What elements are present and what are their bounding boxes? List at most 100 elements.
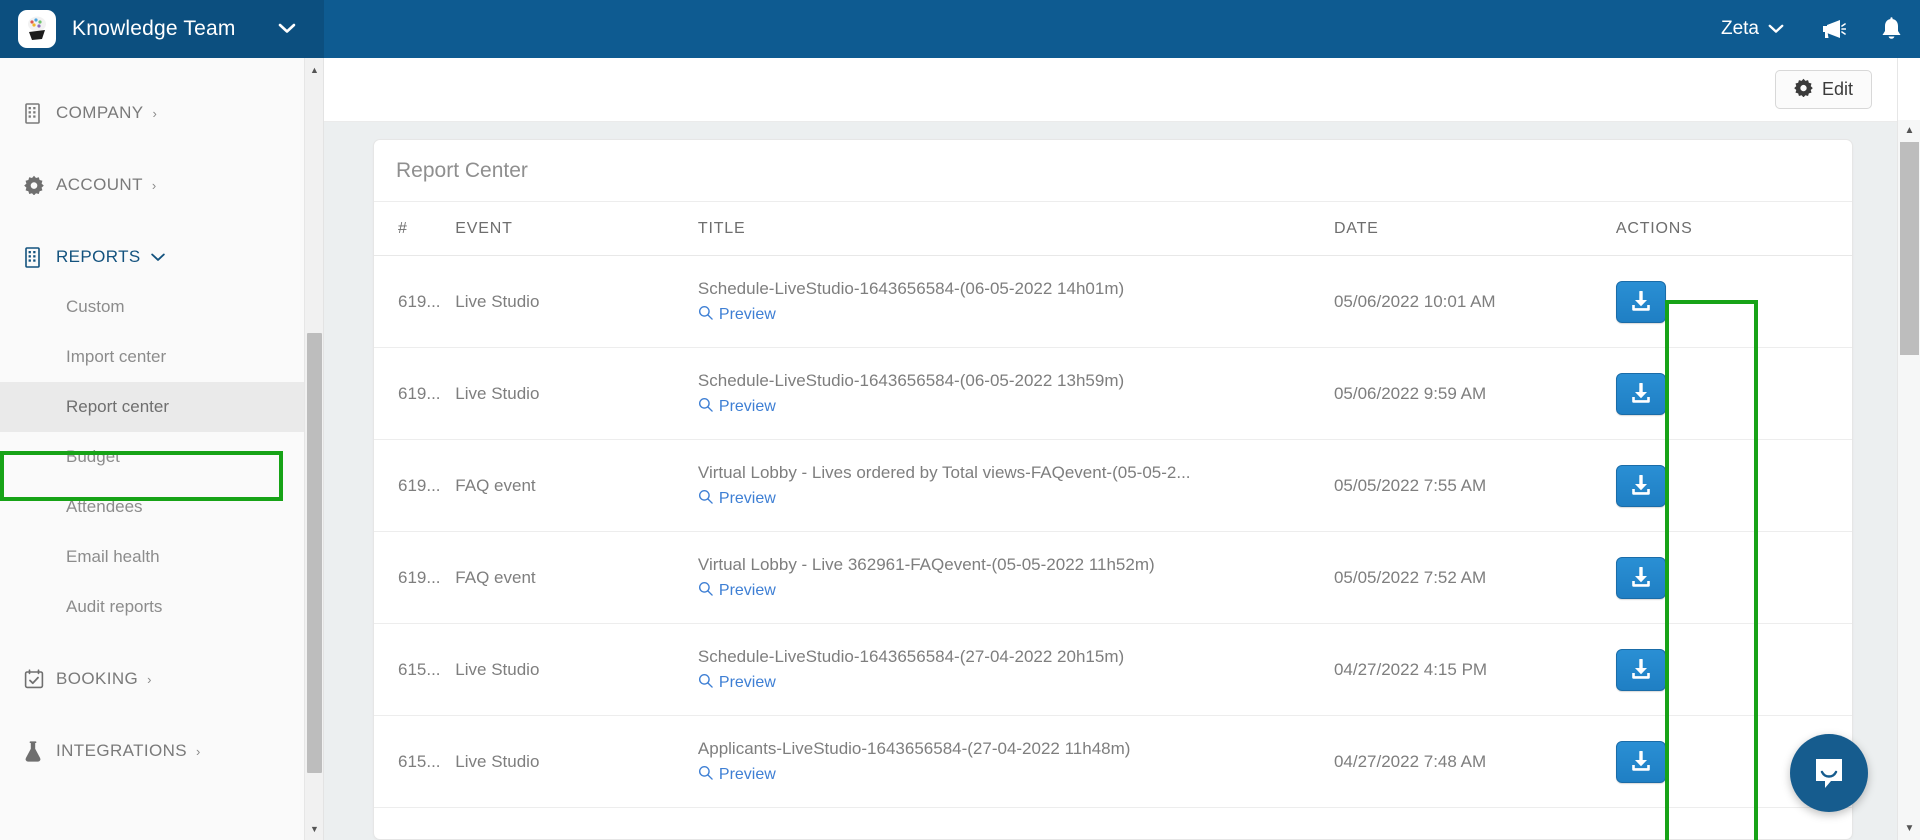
sidebar-item-audit-reports[interactable]: Audit reports [0, 582, 305, 632]
table-row[interactable]: 619... Live Studio Schedule-LiveStudio-1… [374, 347, 1852, 440]
download-button[interactable] [1615, 464, 1666, 507]
preview-label: Preview [718, 489, 776, 507]
sidebar-item-attendees[interactable]: Attendees [0, 482, 305, 532]
magnifier-icon [698, 489, 713, 509]
building-icon [24, 246, 50, 268]
preview-label: Preview [718, 765, 776, 783]
sidebar-item-label: BOOKING [56, 669, 139, 688]
cell-id: 619... [374, 531, 456, 624]
preview-link[interactable]: Preview [698, 581, 776, 601]
column-header-event[interactable]: EVENT [455, 202, 698, 256]
cell-date: 05/06/2022 9:59 AM [1333, 347, 1616, 440]
chat-widget-button[interactable] [1790, 734, 1868, 812]
download-button[interactable] [1615, 740, 1666, 783]
user-menu[interactable]: Zeta [1701, 0, 1804, 58]
top-bar-actions: Zeta [1701, 0, 1920, 58]
calendar-check-icon [24, 669, 50, 689]
scrollbar-top-cap [1898, 58, 1920, 120]
team-avatar-icon [18, 10, 56, 48]
cell-event: Live Studio [455, 347, 698, 440]
cell-id: 619... [374, 255, 456, 348]
sidebar-item-email-health[interactable]: Email health [0, 532, 305, 582]
preview-link[interactable]: Preview [698, 765, 776, 785]
cell-date: 05/05/2022 7:52 AM [1333, 531, 1616, 624]
sidebar-scrollbar-thumb[interactable] [307, 333, 322, 773]
preview-label: Preview [718, 397, 776, 415]
cell-event: FAQ event [455, 531, 698, 624]
sidebar-item-label: Email health [66, 547, 160, 566]
sidebar-item-reports[interactable]: REPORTS [0, 232, 305, 282]
window-scrollbar[interactable]: ▲ ▼ [1897, 58, 1920, 840]
sidebar-nav: COMPANY › ACCOUNT › REPORTS Custom Impor [0, 58, 305, 776]
scroll-down-icon[interactable]: ▼ [305, 819, 324, 838]
page-toolbar: Edit [324, 58, 1897, 122]
download-icon [1632, 382, 1650, 403]
sidebar-item-import-center[interactable]: Import center [0, 332, 305, 382]
edit-button[interactable]: Edit [1774, 70, 1872, 109]
chevron-right-icon: › [196, 743, 201, 759]
scroll-up-icon[interactable]: ▲ [305, 60, 324, 79]
table-row[interactable]: 615... Live Studio Schedule-LiveStudio-1… [374, 623, 1852, 716]
download-button[interactable] [1615, 556, 1666, 599]
preview-link[interactable]: Preview [698, 305, 776, 325]
table-row[interactable]: 619... Live Studio Schedule-LiveStudio-1… [374, 255, 1852, 348]
user-name: Zeta [1720, 18, 1759, 39]
table-row[interactable]: 619... FAQ event Virtual Lobby - Live 36… [374, 531, 1852, 624]
row-id-label: 615... [398, 659, 441, 679]
sidebar-item-label: ACCOUNT [56, 175, 143, 194]
sidebar-item-label: Audit reports [66, 597, 163, 616]
sidebar-item-report-center[interactable]: Report center [0, 382, 305, 432]
chevron-down-icon [150, 250, 166, 265]
download-button[interactable] [1615, 372, 1666, 415]
cell-title: Virtual Lobby - Lives ordered by Total v… [697, 439, 1334, 532]
cell-actions [1615, 531, 1852, 624]
download-button[interactable] [1615, 280, 1666, 323]
team-switcher[interactable]: Knowledge Team [0, 0, 324, 58]
column-header-title[interactable]: TITLE [697, 202, 1334, 256]
scroll-down-icon[interactable]: ▼ [1898, 818, 1920, 838]
gear-icon [1794, 78, 1813, 102]
chevron-down-icon[interactable] [278, 22, 296, 37]
cell-event: Live Studio [455, 623, 698, 716]
megaphone-icon[interactable] [1804, 0, 1862, 58]
sidebar-item-label: Budget [66, 447, 120, 466]
bell-icon[interactable] [1862, 0, 1920, 58]
table-row[interactable]: 615... Live Studio Applicants-LiveStudio… [374, 715, 1852, 808]
chat-bubble-icon [1816, 759, 1842, 788]
download-button[interactable] [1615, 648, 1666, 691]
cell-title: Virtual Lobby - Live 362961-FAQevent-(05… [697, 531, 1334, 624]
sidebar-item-label: Import center [66, 347, 167, 366]
preview-link[interactable]: Preview [698, 673, 776, 693]
report-title: Schedule-LiveStudio-1643656584-(27-04-20… [697, 647, 1125, 667]
preview-label: Preview [718, 581, 776, 599]
table-row[interactable]: 619... FAQ event Virtual Lobby - Lives o… [374, 439, 1852, 532]
sidebar-item-company[interactable]: COMPANY › [0, 88, 305, 138]
magnifier-icon [698, 397, 713, 417]
cell-date: 04/27/2022 7:48 AM [1333, 715, 1616, 808]
sidebar-item-label: COMPANY [56, 103, 144, 122]
sidebar-item-budget[interactable]: Budget [0, 432, 305, 482]
sidebar-item-booking[interactable]: BOOKING › [0, 654, 305, 704]
window-scrollbar-thumb[interactable] [1900, 142, 1919, 355]
row-id-label: 615... [398, 751, 441, 771]
sidebar-item-label: Report center [66, 397, 169, 416]
sidebar-item-account[interactable]: ACCOUNT › [0, 160, 305, 210]
cell-actions [1615, 439, 1852, 532]
preview-link[interactable]: Preview [698, 397, 776, 417]
scroll-up-icon[interactable]: ▲ [1898, 120, 1920, 140]
sidebar-item-custom[interactable]: Custom [0, 282, 305, 332]
sidebar-item-label: REPORTS [56, 247, 141, 266]
report-table: # EVENT TITLE DATE ACTIONS 619... Live S… [374, 202, 1852, 808]
column-header-date[interactable]: DATE [1333, 202, 1616, 256]
column-header-id[interactable]: # [374, 202, 456, 256]
chevron-right-icon: › [147, 671, 152, 687]
sidebar-item-integrations[interactable]: INTEGRATIONS › [0, 726, 305, 776]
team-name: Knowledge Team [72, 17, 236, 40]
column-header-actions: ACTIONS [1615, 202, 1852, 256]
row-id-label: 619... [398, 291, 441, 311]
cell-id: 615... [374, 623, 456, 716]
cell-actions [1615, 623, 1852, 716]
preview-link[interactable]: Preview [698, 489, 776, 509]
sidebar-scrollbar[interactable]: ▲ ▼ [304, 58, 323, 840]
table-body: 619... Live Studio Schedule-LiveStudio-1… [374, 255, 1852, 808]
